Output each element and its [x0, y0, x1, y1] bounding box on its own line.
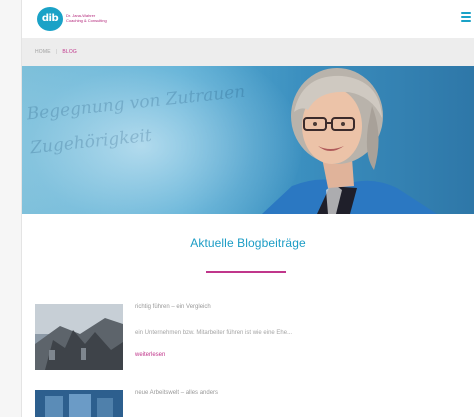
hamburger-menu-icon[interactable] — [461, 12, 471, 23]
breadcrumb-current: BLOG — [62, 49, 78, 55]
site-header: dib Dr. Jana-Wahrer Coaching & Consultin… — [22, 0, 474, 38]
portrait-image — [262, 68, 437, 214]
breadcrumb: HOME | BLOG — [22, 38, 474, 66]
post-thumbnail[interactable] — [35, 304, 123, 370]
logo-line-2: Coaching & Consulting — [66, 18, 107, 23]
blog-post-item[interactable]: neue Arbeitswelt – alles anders — [35, 390, 455, 417]
breadcrumb-home[interactable]: HOME — [35, 49, 51, 55]
post-thumbnail[interactable] — [35, 390, 123, 417]
breadcrumb-separator: | — [55, 49, 58, 55]
hero-banner: Begegnung von Zutrauen Zugehörigkeit — [22, 66, 474, 214]
post-title[interactable]: richtig führen – ein Vergleich — [135, 304, 211, 310]
title-divider — [206, 271, 286, 273]
blog-post-item[interactable]: richtig führen – ein Vergleich ein Unter… — [35, 304, 455, 374]
section-title: Aktuelle Blogbeiträge — [190, 236, 306, 250]
page: dib Dr. Jana-Wahrer Coaching & Consultin… — [22, 0, 474, 417]
logo-mark[interactable]: dib — [37, 7, 63, 31]
read-more-link[interactable]: weiterlesen — [135, 352, 165, 358]
logo-text[interactable]: Dr. Jana-Wahrer Coaching & Consulting — [66, 13, 136, 23]
post-excerpt: ein Unternehmen bzw. Mitarbeiter führen … — [135, 330, 293, 336]
post-title[interactable]: neue Arbeitswelt – alles anders — [135, 390, 218, 396]
